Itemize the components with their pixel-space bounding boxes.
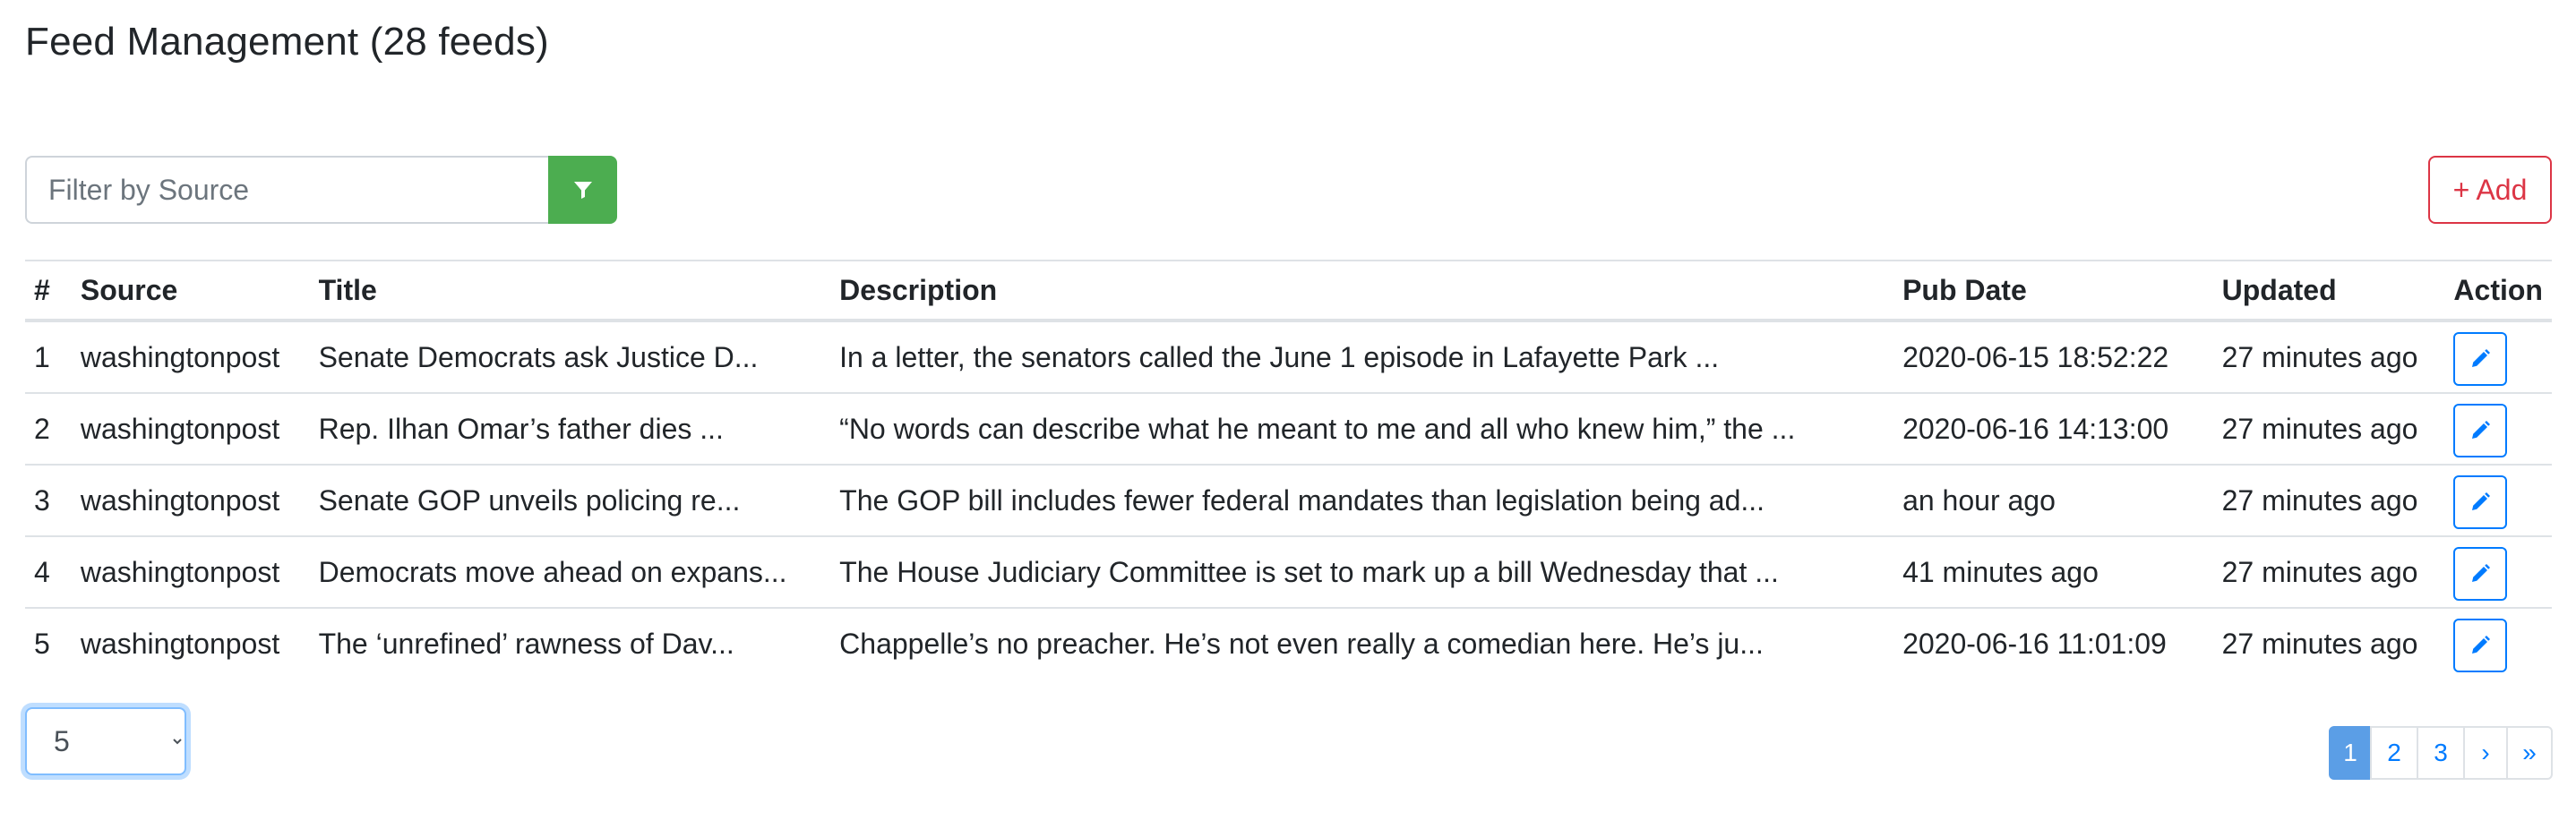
table-header-row: # Source Title Description Pub Date Upda…: [25, 260, 2552, 322]
cell-description: The GOP bill includes fewer federal mand…: [830, 465, 1894, 537]
last-page-button[interactable]: »: [2506, 726, 2553, 780]
cell-updated: 27 minutes ago: [2212, 393, 2445, 466]
cell-description: Chappelle’s no preacher. He’s not even r…: [839, 627, 1764, 660]
table-row: 5 washingtonpost The ‘unrefined’ rawness…: [25, 608, 2552, 679]
cell-pub-date: 2020-06-16 11:01:09: [1902, 627, 2167, 660]
pagination: 1 2 3 › »: [2329, 726, 2553, 780]
table-row: 2 washingtonpost Rep. Ilhan Omar’s fathe…: [25, 393, 2552, 466]
edit-button[interactable]: [2453, 404, 2508, 457]
cell-number: 3: [25, 465, 72, 537]
cell-action: [2444, 393, 2552, 466]
feed-management-page: Feed Management (28 feeds) + Add # Sourc…: [0, 0, 2576, 829]
cell-updated: 27 minutes ago: [2221, 627, 2418, 660]
cell-source: washingtonpost: [71, 465, 310, 537]
cell-title: Senate Democrats ask Justice D...: [309, 320, 831, 394]
cell-description: “No words can describe what he meant to …: [830, 393, 1894, 466]
table-row: 4 washingtonpost Democrats move ahead on…: [25, 536, 2552, 609]
cell-description: In a letter, the senators called the Jun…: [830, 320, 1894, 394]
filter-button[interactable]: [548, 156, 617, 224]
column-header-updated: Updated: [2212, 260, 2445, 322]
table-row: 3 washingtonpost Senate GOP unveils poli…: [25, 465, 2552, 537]
cell-source: washingtonpost: [71, 320, 310, 394]
page-3-button[interactable]: 3: [2417, 726, 2465, 780]
page-size-select[interactable]: 5: [25, 707, 186, 775]
cell-title: Rep. Ilhan Omar’s father dies ...: [309, 393, 831, 466]
filter-group: [25, 156, 617, 224]
cell-title: The ‘unrefined’ rawness of Dav...: [318, 627, 734, 660]
pencil-icon: [2472, 564, 2491, 582]
filter-icon: [573, 182, 592, 199]
pencil-icon: [2472, 349, 2491, 367]
page-2-button[interactable]: 2: [2370, 726, 2418, 780]
cell-number: 5: [34, 627, 50, 660]
cell-action: [2444, 320, 2552, 394]
cell-action: [2444, 536, 2552, 609]
cell-pub-date: 2020-06-15 18:52:22: [1893, 320, 2213, 394]
column-header-source: Source: [71, 260, 310, 322]
cell-source: washingtonpost: [80, 627, 280, 660]
column-header-number: #: [25, 260, 72, 322]
cell-pub-date: 41 minutes ago: [1893, 536, 2213, 609]
cell-source: washingtonpost: [71, 393, 310, 466]
cell-updated: 27 minutes ago: [2212, 465, 2445, 537]
cell-number: 2: [25, 393, 72, 466]
column-header-action: Action: [2444, 260, 2552, 322]
column-header-title: Title: [309, 260, 831, 322]
edit-button[interactable]: [2453, 547, 2508, 601]
cell-updated: 27 minutes ago: [2212, 536, 2445, 609]
edit-button[interactable]: [2453, 475, 2508, 529]
add-feed-button[interactable]: + Add: [2428, 156, 2552, 224]
filter-source-input[interactable]: [25, 156, 548, 224]
next-page-button[interactable]: ›: [2463, 726, 2508, 780]
pencil-icon: [2472, 492, 2491, 510]
edit-button[interactable]: [2453, 619, 2508, 672]
column-header-pub-date: Pub Date: [1893, 260, 2213, 322]
pencil-icon: [2472, 421, 2491, 439]
cell-source: washingtonpost: [71, 536, 310, 609]
edit-button[interactable]: [2453, 332, 2508, 386]
cell-action: [2444, 608, 2552, 679]
cell-title: Democrats move ahead on expans...: [309, 536, 831, 609]
cell-description: The House Judiciary Committee is set to …: [830, 536, 1894, 609]
cell-updated: 27 minutes ago: [2212, 320, 2445, 394]
feeds-table: # Source Title Description Pub Date Upda…: [25, 260, 2552, 679]
cell-number: 1: [25, 320, 72, 394]
cell-number: 4: [25, 536, 72, 609]
cell-pub-date: an hour ago: [1893, 465, 2213, 537]
column-header-description: Description: [830, 260, 1894, 322]
pencil-icon: [2472, 636, 2491, 654]
cell-pub-date: 2020-06-16 14:13:00: [1893, 393, 2213, 466]
cell-title: Senate GOP unveils policing re...: [309, 465, 831, 537]
page-1-button[interactable]: 1: [2329, 726, 2372, 780]
table-row: 1 washingtonpost Senate Democrats ask Ju…: [25, 320, 2552, 394]
cell-action: [2444, 465, 2552, 537]
page-title: Feed Management (28 feeds): [25, 20, 549, 64]
